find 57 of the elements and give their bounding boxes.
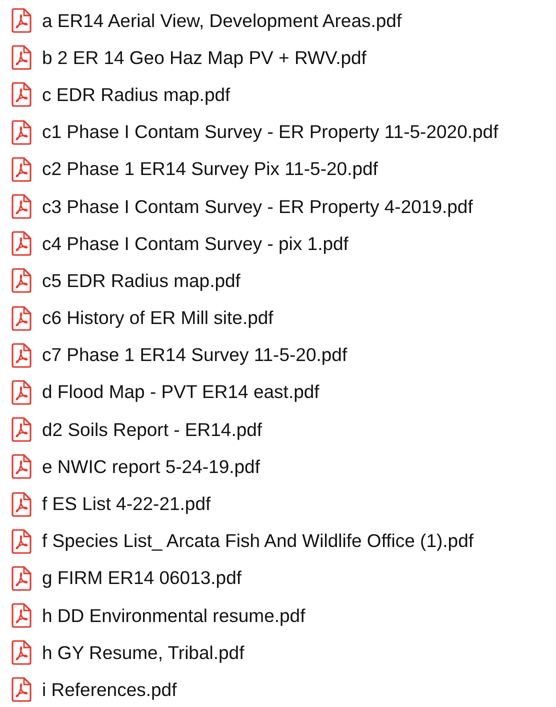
file-item[interactable]: h DD Environmental resume.pdf bbox=[11, 597, 556, 634]
pdf-file-icon bbox=[11, 566, 32, 591]
file-item[interactable]: a ER14 Aerial View, Development Areas.pdf bbox=[11, 2, 556, 40]
file-item[interactable]: c1 Phase I Contam Survey - ER Property 11-5-2020.pdf bbox=[11, 114, 556, 151]
file-item[interactable]: d2 Soils Report - ER14.pdf bbox=[11, 411, 556, 448]
pdf-file-icon bbox=[11, 492, 32, 517]
file-item[interactable]: c EDR Radius map.pdf bbox=[11, 76, 556, 114]
file-item[interactable]: f ES List 4-22-21.pdf bbox=[11, 485, 556, 523]
pdf-file-icon bbox=[11, 45, 32, 70]
file-item[interactable]: b 2 ER 14 Geo Haz Map PV + RWV.pdf bbox=[11, 39, 556, 76]
pdf-file-icon bbox=[11, 156, 32, 182]
file-name: f ES List 4-22-21.pdf bbox=[42, 493, 211, 516]
file-name: c2 Phase 1 ER14 Survey Pix 11-5-20.pdf bbox=[42, 158, 378, 180]
pdf-file-icon bbox=[11, 342, 32, 368]
pdf-file-icon bbox=[11, 268, 32, 294]
file-item[interactable]: f Species List_ Arcata Fish And Wildlife Office (1).pdf bbox=[11, 522, 556, 560]
file-item[interactable]: c6 History of ER Mill site.pdf bbox=[11, 300, 556, 337]
file-name: c7 Phase 1 ER14 Survey 11-5-20.pdf bbox=[42, 344, 348, 366]
file-item[interactable]: c4 Phase I Contam Survey - pix 1.pdf bbox=[11, 225, 556, 262]
pdf-file-icon bbox=[11, 417, 32, 442]
pdf-file-icon bbox=[11, 82, 32, 108]
pdf-file-icon bbox=[11, 640, 32, 666]
file-name: c3 Phase I Contam Survey - ER Property 4-2019.pdf bbox=[42, 196, 473, 218]
file-name: a ER14 Aerial View, Development Areas.pdf bbox=[42, 10, 402, 32]
pdf-file-icon bbox=[11, 677, 32, 702]
file-name: b 2 ER 14 Geo Haz Map PV + RWV.pdf bbox=[42, 46, 366, 69]
file-name: g FIRM ER14 06013.pdf bbox=[42, 567, 242, 590]
file-name: c5 EDR Radius map.pdf bbox=[42, 270, 240, 292]
pdf-file-icon bbox=[11, 231, 32, 256]
file-item[interactable]: c7 Phase 1 ER14 Survey 11-5-20.pdf bbox=[11, 336, 556, 374]
file-item[interactable]: c2 Phase 1 ER14 Survey Pix 11-5-20.pdf bbox=[11, 150, 556, 188]
pdf-file-icon bbox=[11, 454, 32, 480]
pdf-file-icon bbox=[11, 120, 32, 145]
file-item[interactable]: c3 Phase I Contam Survey - ER Property 4-2019.pdf bbox=[11, 188, 556, 226]
file-item[interactable]: h GY Resume, Tribal.pdf bbox=[11, 634, 556, 672]
pdf-file-icon bbox=[11, 380, 32, 405]
file-name: i References.pdf bbox=[42, 678, 177, 701]
file-name: d Flood Map - PVT ER14 east.pdf bbox=[42, 381, 320, 404]
pdf-file-icon bbox=[11, 8, 32, 34]
file-name: c6 History of ER Mill site.pdf bbox=[42, 307, 274, 330]
file-item[interactable]: g FIRM ER14 06013.pdf bbox=[11, 560, 556, 597]
pdf-file-icon bbox=[11, 603, 32, 628]
file-name: f Species List_ Arcata Fish And Wildlife Office (1).pdf bbox=[42, 530, 474, 552]
file-name: c4 Phase I Contam Survey - pix 1.pdf bbox=[42, 232, 348, 255]
file-item[interactable]: e NWIC report 5-24-19.pdf bbox=[11, 448, 556, 486]
file-item[interactable]: d Flood Map - PVT ER14 east.pdf bbox=[11, 374, 556, 412]
file-name: c EDR Radius map.pdf bbox=[42, 84, 230, 106]
pdf-file-icon bbox=[11, 306, 32, 331]
file-name: e NWIC report 5-24-19.pdf bbox=[42, 456, 260, 478]
file-item[interactable]: i References.pdf bbox=[11, 671, 556, 707]
pdf-file-icon bbox=[11, 194, 32, 220]
file-name: h GY Resume, Tribal.pdf bbox=[42, 642, 244, 664]
file-name: d2 Soils Report - ER14.pdf bbox=[42, 418, 262, 441]
file-name: h DD Environmental resume.pdf bbox=[42, 604, 306, 627]
file-name: c1 Phase I Contam Survey - ER Property 11-5-2020.pdf bbox=[42, 121, 498, 144]
file-item[interactable]: c5 EDR Radius map.pdf bbox=[11, 262, 556, 300]
pdf-file-icon bbox=[11, 528, 32, 554]
